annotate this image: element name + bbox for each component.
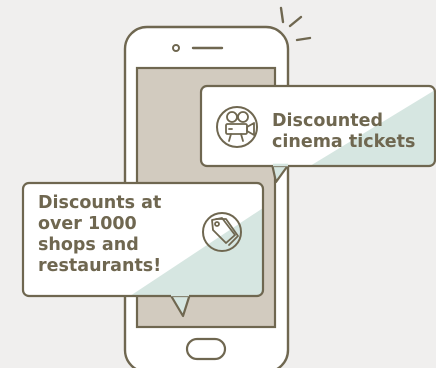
shops-line-2: over 1000 [38, 214, 137, 234]
cinema-line-1: Discounted [272, 111, 384, 131]
shops-line-3: shops and [38, 235, 139, 255]
illustration-canvas [21, 6, 436, 368]
cinema-bubble-text: Discounted cinema tickets [272, 111, 436, 153]
shops-line-1: Discounts at [38, 193, 162, 213]
cinema-line-2: cinema tickets [272, 132, 416, 152]
shops-bubble-text: Discounts at over 1000 shops and restaur… [38, 193, 178, 277]
promo-illustration: Discounted cinema tickets Discounts at o… [0, 0, 436, 368]
shops-line-4: restaurants! [38, 256, 162, 276]
phone-home-button [185, 337, 227, 361]
notification-sparkle-icon [279, 6, 312, 42]
